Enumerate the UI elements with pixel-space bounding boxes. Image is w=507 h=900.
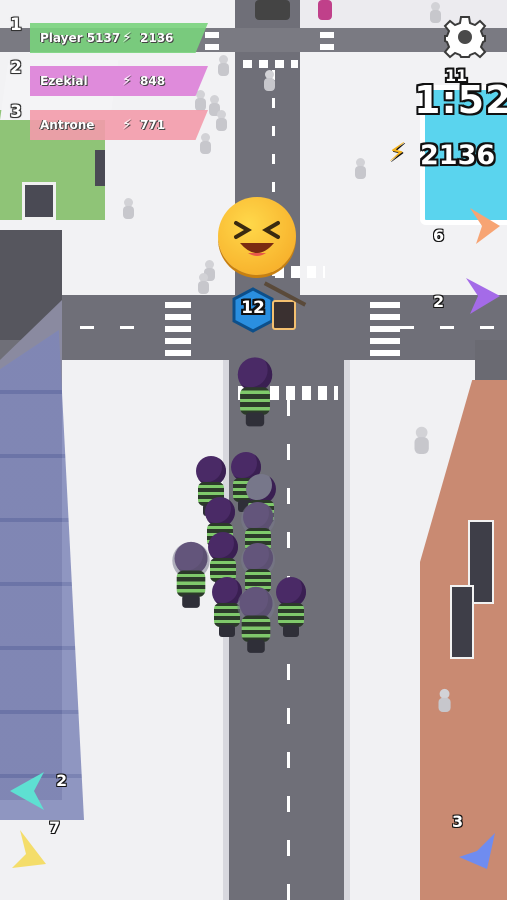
offscreen-count: 2	[433, 292, 445, 311]
lightning-icon: ⚡	[122, 30, 132, 46]
building-window	[450, 585, 474, 659]
laughing-face-svg	[234, 221, 280, 256]
lightning-icon: ⚡	[122, 73, 132, 89]
crosswalk	[320, 32, 334, 50]
match-timer: 1:52	[414, 78, 507, 122]
offscreen-count: 7	[49, 818, 61, 837]
crowd-body	[176, 570, 206, 597]
crowd-legs	[182, 594, 200, 608]
arrow-indicator-icon	[12, 830, 46, 868]
crowd-count: 12	[241, 298, 265, 318]
pedestrian	[428, 2, 442, 24]
leaderboard-name: Player 5137	[40, 31, 121, 45]
crowd-member	[237, 586, 275, 655]
lane-marking	[287, 400, 290, 900]
offscreen-count: 6	[433, 226, 445, 245]
leaderboard-row: 3 Antrone ⚡ 771	[0, 102, 210, 140]
laughing-emoji-icon	[218, 197, 296, 275]
arrow-indicator-icon	[470, 208, 500, 244]
crowd-member	[172, 541, 210, 610]
leaderboard-rank: 3	[10, 102, 22, 122]
enemy-player	[255, 0, 290, 20]
leaderboard-row: 2 Ezekial ⚡ 848	[0, 58, 210, 96]
crowd-legs	[247, 639, 265, 653]
leaderboard-score: 848	[140, 74, 166, 88]
leaderboard-score: 2136	[140, 31, 174, 45]
pedestrian	[121, 198, 135, 220]
crowd-legs	[283, 625, 299, 637]
weapon-pickup-icon	[272, 300, 296, 330]
arrow-indicator-icon	[466, 278, 500, 314]
leaderboard-name: Antrone	[40, 118, 95, 132]
enemy-player	[318, 0, 332, 20]
pedestrian	[436, 688, 451, 713]
game-scene[interactable]: 12 1 Player 5137 ⚡ 2136 2 Ezekial ⚡ 848 …	[0, 0, 507, 900]
crowd-count-badge: 12	[231, 287, 275, 333]
gear-icon	[443, 16, 487, 59]
crowd-body	[214, 603, 240, 627]
crowd-body	[278, 603, 304, 627]
crowd-body	[241, 615, 271, 642]
pedestrian	[353, 158, 367, 180]
settings-button[interactable]	[443, 15, 487, 59]
curb	[344, 360, 350, 900]
pedestrian	[412, 426, 430, 456]
pedestrian	[262, 70, 276, 92]
lightning-icon: ⚡	[122, 117, 132, 133]
player-score-value: 2136	[420, 140, 496, 171]
pedestrian	[216, 55, 230, 77]
pedestrian	[196, 273, 210, 295]
crowd-leader	[235, 357, 274, 428]
pedestrian	[214, 110, 228, 132]
crosswalk	[165, 300, 191, 356]
crowd-legs	[219, 625, 235, 637]
lightning-icon: ⚡	[388, 138, 407, 168]
crowd-member	[274, 577, 308, 639]
crowd-legs	[245, 412, 265, 427]
offscreen-count: 2	[56, 771, 68, 790]
leaderboard-rank: 1	[10, 15, 22, 35]
arrow-indicator-icon	[459, 833, 495, 869]
leaderboard-row: 1 Player 5137 ⚡ 2136	[0, 15, 210, 53]
crosswalk	[370, 300, 400, 356]
offscreen-count: 3	[452, 812, 464, 831]
leaderboard-score: 771	[140, 118, 166, 132]
arrow-indicator-icon	[10, 772, 44, 810]
building-window	[22, 182, 56, 220]
leaderboard-name: Ezekial	[40, 74, 88, 88]
lane-marking	[400, 326, 507, 329]
crowd-body	[240, 387, 270, 415]
leaderboard-rank: 2	[10, 58, 22, 78]
crosswalk	[243, 60, 298, 68]
building-window	[95, 150, 105, 186]
